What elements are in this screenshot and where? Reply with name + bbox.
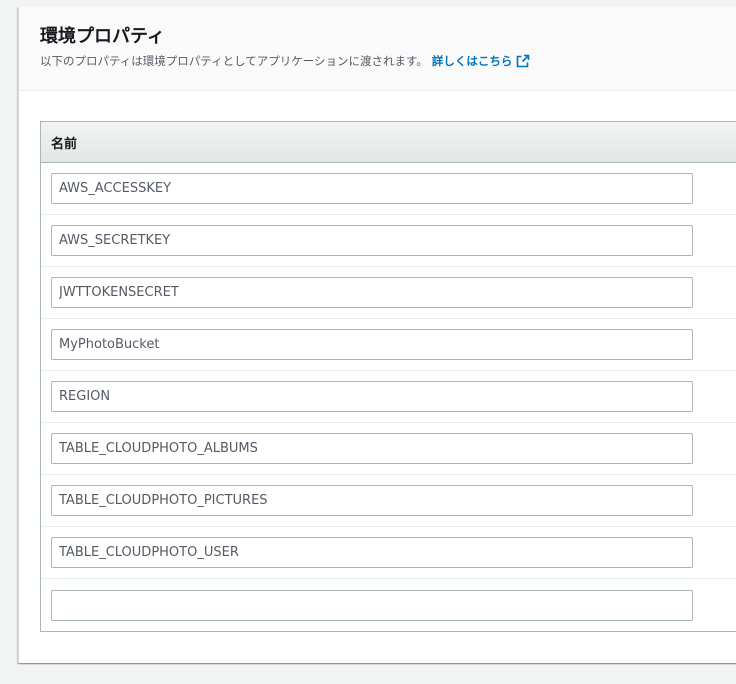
table-row: [41, 319, 736, 371]
property-name-input[interactable]: [51, 537, 693, 568]
learn-more-link[interactable]: 詳しくはこちら: [432, 54, 531, 68]
table-body: [41, 163, 736, 631]
table-row: [41, 527, 736, 579]
table-row: [41, 475, 736, 527]
property-name-input[interactable]: [51, 173, 693, 204]
column-header-name: 名前: [41, 122, 736, 163]
description-text: 以下のプロパティは環境プロパティとしてアプリケーションに渡されます。: [40, 54, 428, 68]
property-name-input[interactable]: [51, 225, 693, 256]
table-row: [41, 267, 736, 319]
panel-title: 環境プロパティ: [40, 26, 165, 47]
panel-description: 以下のプロパティは環境プロパティとしてアプリケーションに渡されます。 詳しくはこち…: [40, 53, 736, 72]
table-row: [41, 215, 736, 267]
property-name-input[interactable]: [51, 485, 693, 516]
properties-table: 名前: [40, 121, 736, 632]
table-row: [41, 371, 736, 423]
table-row: [41, 423, 736, 475]
learn-more-label: 詳しくはこちら: [431, 54, 513, 68]
external-link-icon: [516, 54, 530, 72]
property-name-input[interactable]: [51, 329, 693, 360]
property-name-input[interactable]: [51, 381, 693, 412]
panel-header: 環境プロパティ 以下のプロパティは環境プロパティとしてアプリケーションに渡されま…: [19, 7, 736, 91]
table-row: [41, 163, 736, 215]
property-name-input[interactable]: [51, 433, 693, 464]
property-name-input[interactable]: [51, 589, 693, 621]
table-row: [41, 579, 736, 631]
property-name-input[interactable]: [51, 277, 693, 308]
environment-properties-panel: 環境プロパティ 以下のプロパティは環境プロパティとしてアプリケーションに渡されま…: [18, 7, 736, 663]
